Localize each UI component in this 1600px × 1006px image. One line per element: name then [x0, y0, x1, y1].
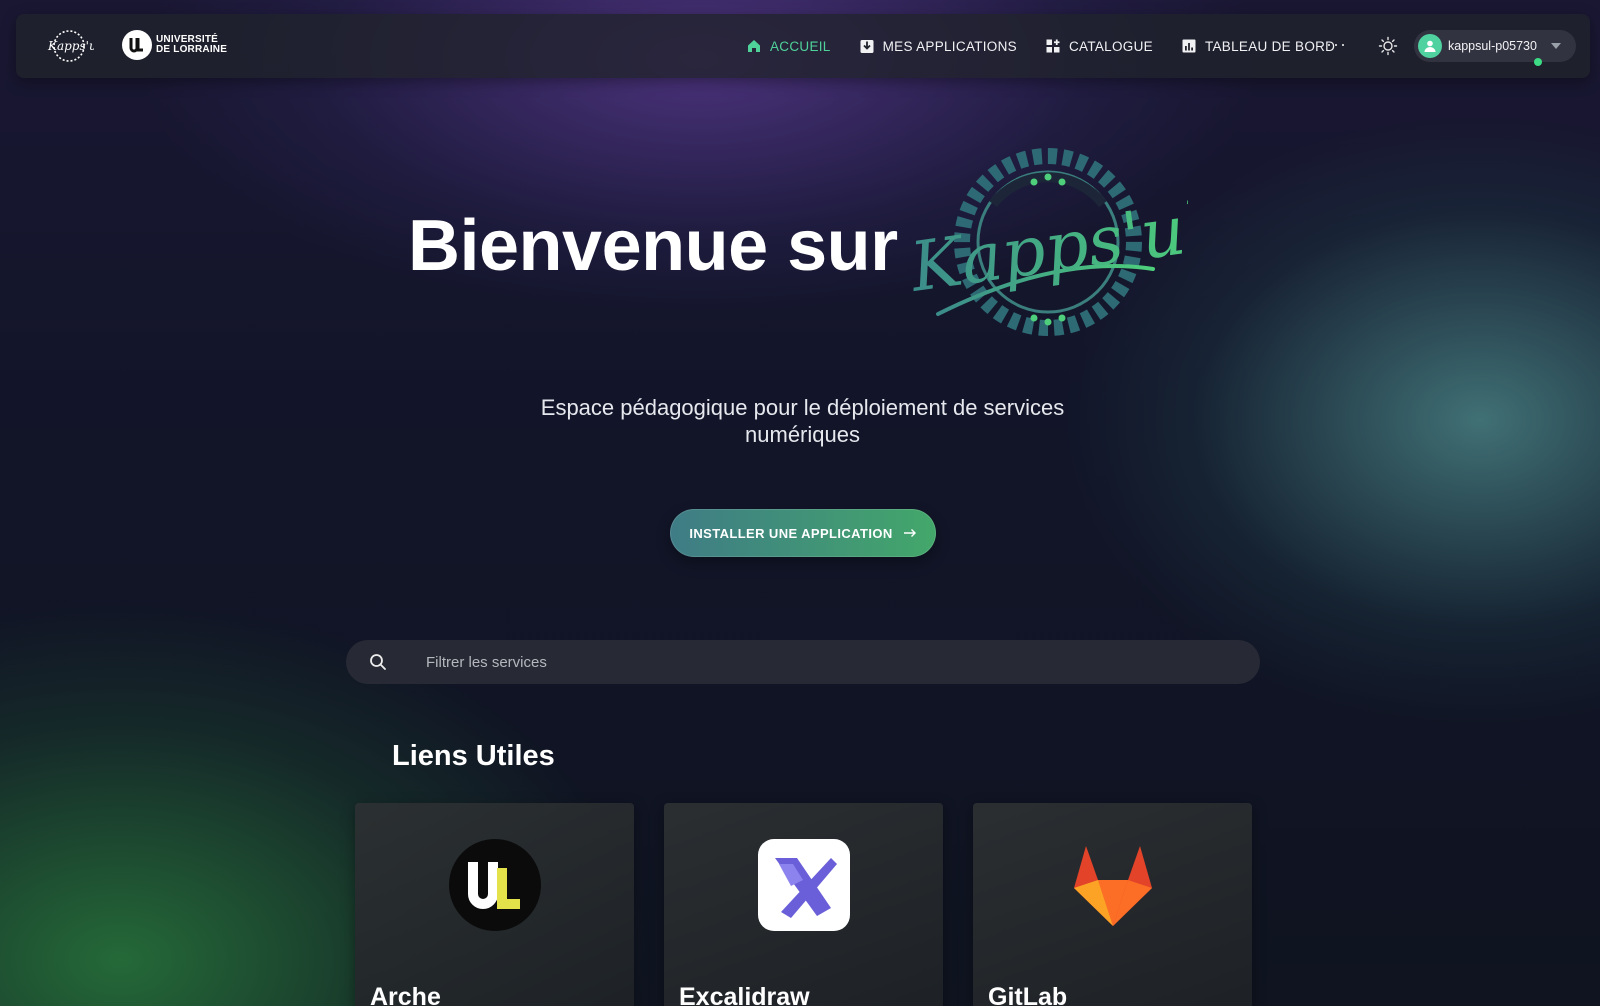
install-application-label: INSTALLER UNE APPLICATION: [689, 525, 893, 541]
user-menu[interactable]: kappsul-p05730: [1414, 30, 1576, 62]
top-navbar: Kapps'ul UNIVERSITÉ DE LORRAINE ACCUEIL: [16, 14, 1590, 78]
nav-item-accueil[interactable]: ACCUEIL: [746, 38, 831, 54]
link-card-arche[interactable]: Arche: [355, 803, 634, 1006]
kappsul-home-logo[interactable]: Kapps'ul: [44, 28, 94, 64]
search-input[interactable]: [426, 640, 1226, 684]
nav-label-tableau-de-bord: TABLEAU DE BORD: [1204, 38, 1336, 54]
university-name: UNIVERSITÉ DE LORRAINE: [156, 35, 227, 55]
kappsul-hero-logo: Kapps'ul: [908, 148, 1188, 336]
home-icon: [748, 40, 760, 52]
section-title-liens-utiles: Liens Utiles: [392, 740, 555, 772]
nav-label-accueil: ACCUEIL: [770, 38, 831, 54]
bar-chart-icon: [1182, 39, 1196, 53]
service-filter: [346, 640, 1260, 684]
username: kappsul-p05730: [1448, 39, 1537, 53]
user-icon: [1424, 40, 1436, 52]
sun-icon[interactable]: [1378, 36, 1398, 56]
card-title: Excalidraw: [679, 983, 810, 1006]
card-title: GitLab: [988, 983, 1068, 1006]
online-status-dot: [1534, 58, 1542, 66]
card-title: Arche: [370, 983, 441, 1006]
arrow-right-icon: [903, 529, 916, 537]
svg-text:Kapps'ul: Kapps'ul: [47, 39, 94, 53]
hero-subtitle: Espace pédagogique pour le déploiement d…: [540, 395, 1065, 447]
search-icon: [370, 654, 386, 670]
hero-title: Bienvenue sur: [408, 206, 898, 286]
apps-grid-icon: [1046, 39, 1060, 53]
download-box-icon: [860, 40, 874, 53]
gitlab-logo: [1074, 846, 1152, 926]
nav-label-catalogue: CATALOGUE: [1068, 38, 1153, 54]
link-card-excalidraw[interactable]: Excalidraw: [664, 803, 943, 1006]
avatar: [1418, 34, 1442, 58]
nav-item-mes-applications[interactable]: MES APPLICATIONS: [859, 38, 1017, 54]
hero-logo-text: Kapps'ul: [908, 188, 1188, 308]
university-line-2: DE LORRAINE: [156, 44, 228, 55]
excalidraw-logo: [758, 839, 850, 931]
nav-item-catalogue[interactable]: CATALOGUE: [1045, 38, 1153, 54]
ul-emblem-icon: [122, 30, 152, 60]
arche-logo: [449, 839, 541, 931]
universite-lorraine-logo[interactable]: UNIVERSITÉ DE LORRAINE: [122, 30, 227, 60]
install-application-button[interactable]: INSTALLER UNE APPLICATION: [670, 509, 936, 557]
chevron-down-icon: [1550, 43, 1561, 49]
more-menu-button[interactable]: ···: [1326, 34, 1347, 55]
nav-label-mes-applications: MES APPLICATIONS: [882, 38, 1017, 54]
main-nav: ACCUEIL MES APPLICATIONS CATALOGUE TABLE…: [746, 14, 1335, 78]
link-card-gitlab[interactable]: GitLab: [973, 803, 1252, 1006]
nav-item-tableau-de-bord[interactable]: TABLEAU DE BORD: [1181, 38, 1335, 54]
